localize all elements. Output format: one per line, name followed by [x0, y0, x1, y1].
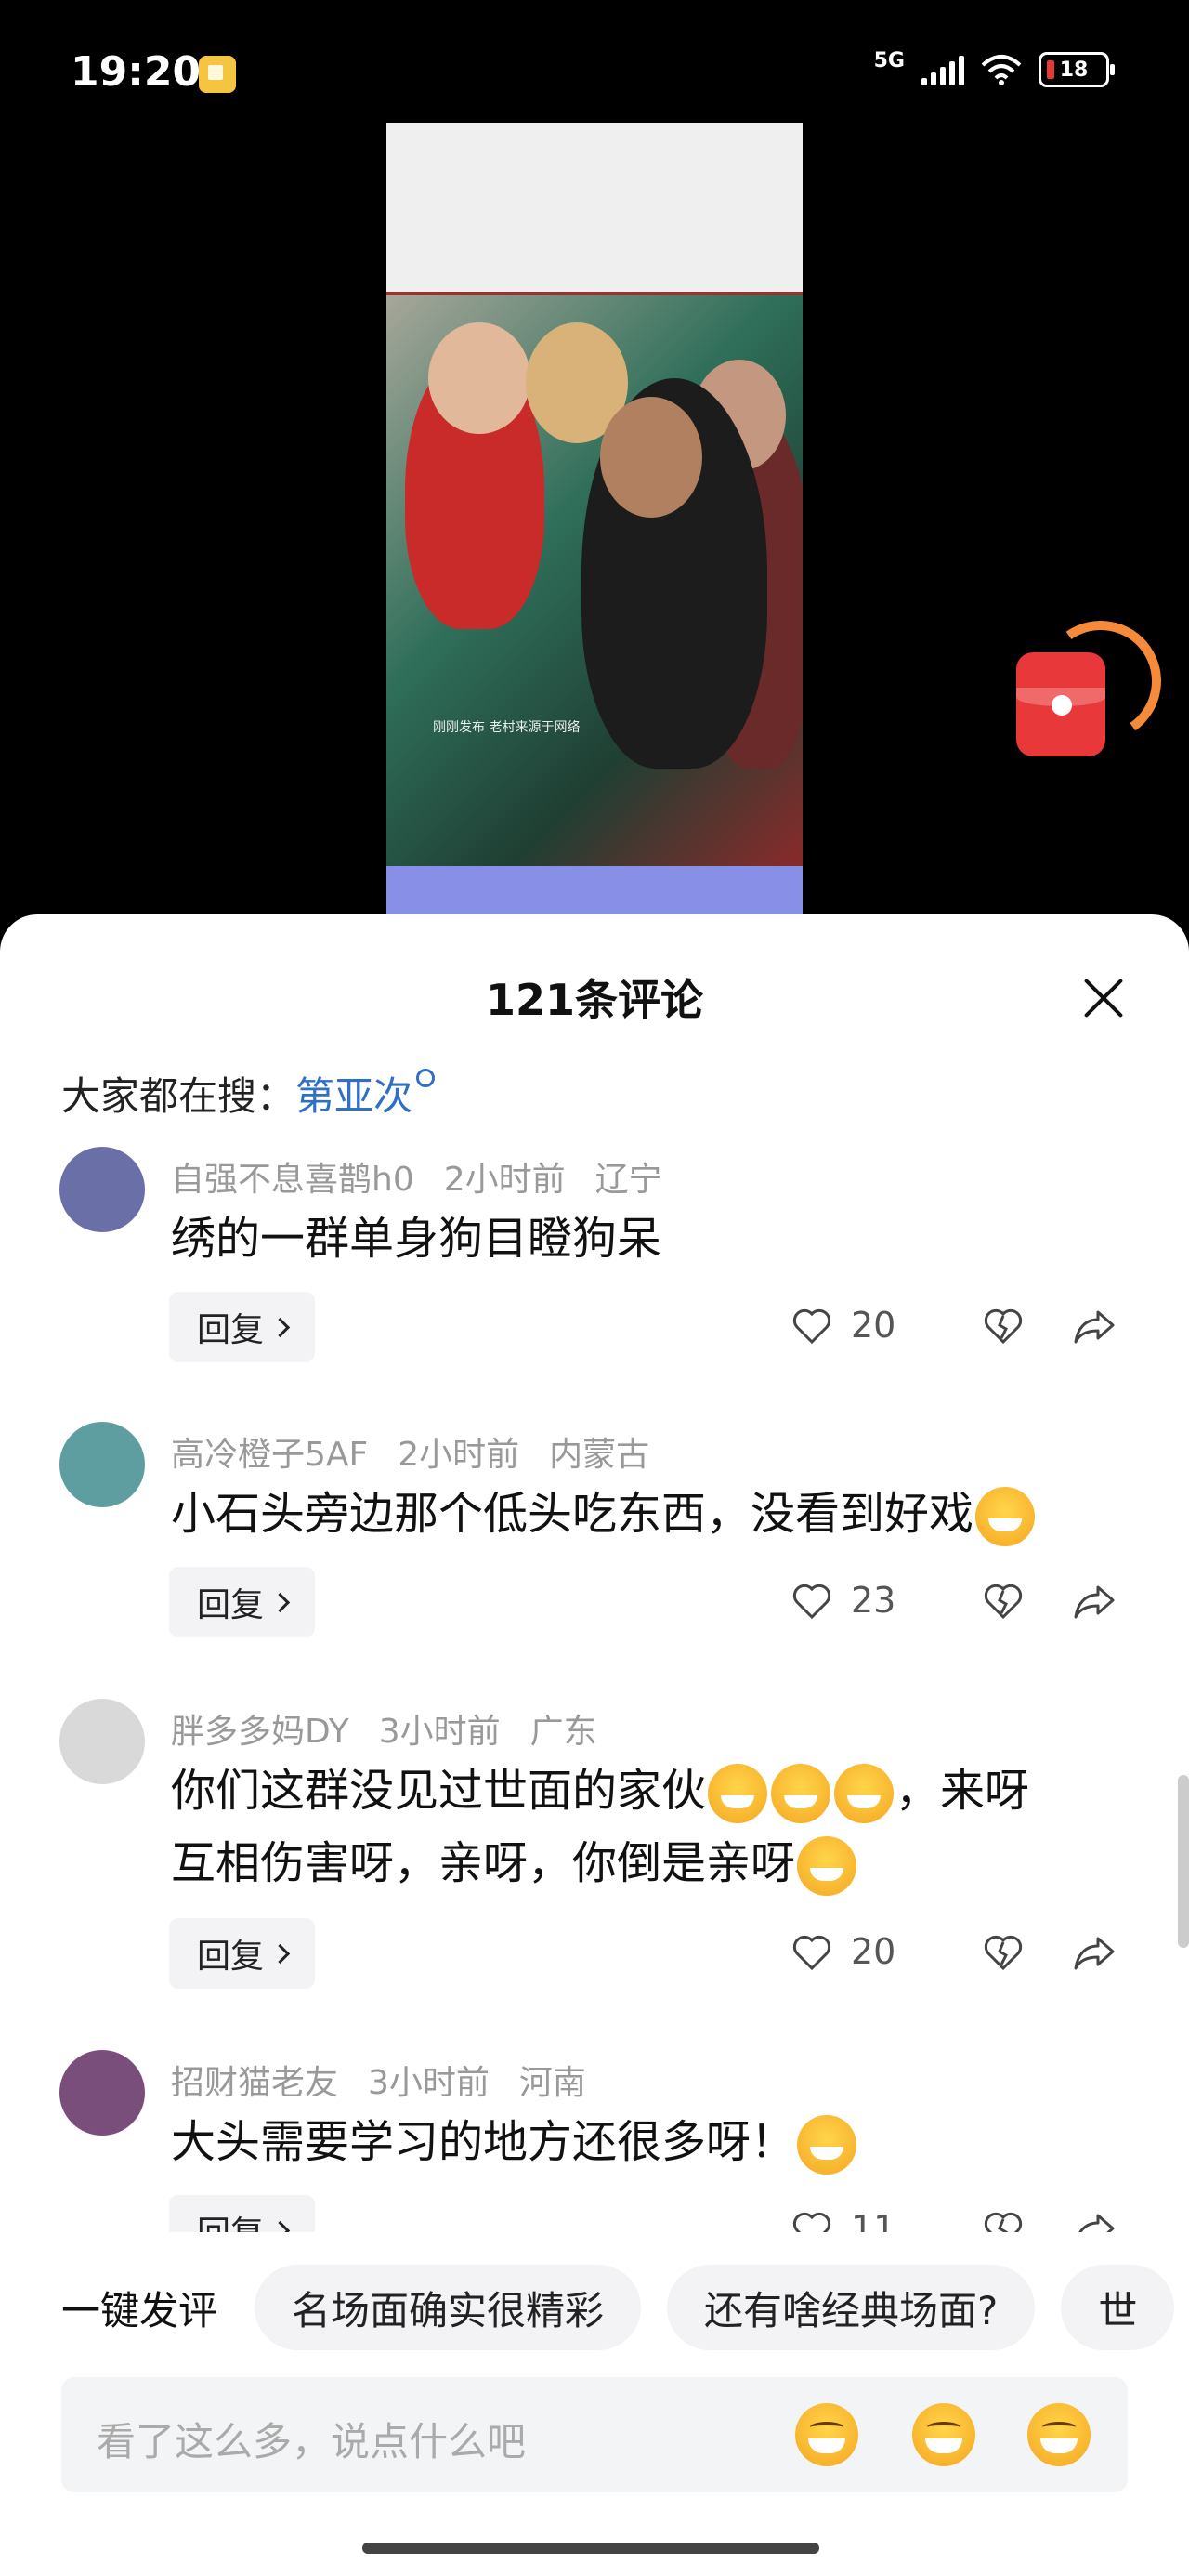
- grin-emoji-icon: [771, 1764, 831, 1823]
- reply-button[interactable]: 回复: [169, 2195, 316, 2232]
- reply-label: 回复: [197, 2206, 264, 2232]
- reply-label: 回复: [197, 1586, 265, 1624]
- quick-comment-chip[interactable]: 名场面确实很精彩: [255, 2265, 642, 2350]
- comment-text: 你们这群没见过世面的家伙 ，来呀 互相伤害呀，亲呀，你倒是亲呀: [171, 1755, 1128, 1899]
- video-person: [428, 322, 530, 434]
- heart-outline-icon[interactable]: [790, 1578, 834, 1623]
- heart-outline-icon[interactable]: [790, 1929, 834, 1974]
- comment-location: 内蒙古: [549, 1436, 650, 1474]
- comment-username[interactable]: 高冷橙子5AF: [171, 1436, 368, 1474]
- like-count: 23: [851, 1580, 896, 1621]
- comment-username[interactable]: 自强不息喜鹊h0: [171, 1161, 414, 1199]
- wifi-icon: [981, 55, 1022, 85]
- like-count: 11: [851, 2208, 896, 2232]
- status-bar: 19:20 5G 18: [0, 0, 1189, 139]
- quick-comment-label: 一键发评: [61, 2287, 218, 2333]
- video-top-band: [386, 123, 803, 292]
- status-time: 19:20: [71, 48, 202, 96]
- broken-heart-icon[interactable]: [981, 1578, 1026, 1623]
- comment-location: 广东: [529, 1713, 597, 1751]
- reply-button[interactable]: 回复: [169, 1918, 316, 1989]
- comment-time: 3小时前: [378, 1713, 501, 1751]
- scrollbar[interactable]: [1178, 1775, 1189, 1948]
- comment-time: 2小时前: [398, 1436, 520, 1474]
- trending-search-prefix: 大家都在搜：: [61, 1073, 296, 1119]
- video-frame: 刚刚发布 老村来源于网络: [386, 292, 803, 872]
- trending-search[interactable]: 大家都在搜：第亚次: [61, 1065, 436, 1122]
- avatar[interactable]: [59, 1699, 145, 1784]
- search-icon: [416, 1069, 436, 1087]
- quick-comment-chip[interactable]: 还有啥经典场面?: [667, 2265, 1036, 2350]
- signal-icon: [921, 54, 964, 85]
- comment-time: 2小时前: [443, 1161, 566, 1199]
- reply-label: 回复: [197, 1311, 265, 1349]
- broken-heart-icon[interactable]: [981, 1303, 1026, 1347]
- notification-icon: [199, 56, 236, 93]
- battery-level: 18: [1059, 58, 1089, 82]
- avatar[interactable]: [59, 1422, 145, 1507]
- comment-text-line: 你们这群没见过世面的家伙: [171, 1765, 707, 1817]
- comment-text-body: 小石头旁边那个低头吃东西，没看到好戏: [171, 1488, 974, 1540]
- red-packet-icon[interactable]: [1016, 652, 1105, 756]
- comment-text: 绣的一群单身狗目瞪狗呆: [171, 1213, 662, 1265]
- share-arrow-icon[interactable]: [1072, 1303, 1117, 1347]
- comment-actions: 23: [790, 1578, 1117, 1623]
- share-arrow-icon[interactable]: [1072, 1929, 1117, 1974]
- like-count: 20: [851, 1931, 896, 1972]
- home-indicator[interactable]: [362, 2543, 819, 2554]
- reply-button[interactable]: 回复: [169, 1567, 316, 1637]
- comment-input[interactable]: 看了这么多，说点什么吧: [61, 2377, 1128, 2492]
- video-player[interactable]: 刚刚发布 老村来源于网络: [386, 123, 803, 1039]
- comment-text-body: 大头需要学习的地方还很多呀！: [171, 2116, 796, 2168]
- grin-emoji-icon: [708, 1764, 768, 1823]
- comment-actions: 11: [790, 2206, 1117, 2232]
- comment-meta: 自强不息喜鹊h0 2小时前 辽宁: [171, 1152, 692, 1201]
- avatar[interactable]: [59, 2050, 145, 2136]
- comment-username[interactable]: 胖多多妈DY: [171, 1713, 349, 1751]
- laugh-cry-emoji-icon[interactable]: [912, 2403, 975, 2466]
- smile-emoji-icon[interactable]: [1027, 2403, 1091, 2466]
- comment-input-placeholder: 看了这么多，说点什么吧: [97, 2419, 527, 2464]
- trending-search-term[interactable]: 第亚次: [295, 1073, 412, 1119]
- status-indicators: 5G 18: [873, 48, 1115, 87]
- broken-heart-icon[interactable]: [981, 2206, 1026, 2232]
- quick-comment-bar: 一键发评 名场面确实很精彩 还有啥经典场面? 世: [0, 2262, 1189, 2353]
- comment-actions: 20: [790, 1303, 1117, 1347]
- comment-text: 大头需要学习的地方还很多呀！: [171, 2106, 1128, 2178]
- comment-text-line: 互相伤害呀，亲呀，你倒是亲呀: [171, 1837, 796, 1889]
- battery-icon: 18: [1039, 52, 1115, 87]
- reply-label: 回复: [197, 1938, 265, 1976]
- like-count: 20: [851, 1305, 896, 1346]
- broken-heart-icon[interactable]: [981, 1929, 1026, 1974]
- heart-outline-icon[interactable]: [790, 1303, 834, 1347]
- comment-meta: 招财猫老友 3小时前 河南: [171, 2056, 616, 2104]
- comment-location: 河南: [518, 2064, 586, 2102]
- comment-username[interactable]: 招财猫老友: [171, 2064, 338, 2102]
- network-type: 5G: [873, 48, 905, 72]
- comment-location: 辽宁: [594, 1161, 662, 1199]
- reply-button[interactable]: 回复: [169, 1292, 316, 1362]
- comment-text: 小石头旁边那个低头吃东西，没看到好戏: [171, 1478, 1128, 1550]
- laugh-cry-emoji-icon: [797, 2115, 857, 2175]
- comment-text-line: ，来呀: [895, 1765, 1030, 1817]
- comment-count-title: 121条评论: [485, 975, 704, 1025]
- grin-emoji-icon[interactable]: [795, 2403, 858, 2466]
- laugh-cry-emoji-icon: [797, 1836, 857, 1896]
- comment-time: 3小时前: [368, 2064, 490, 2102]
- comment-meta: 胖多多妈DY 3小时前 广东: [171, 1704, 627, 1753]
- close-icon[interactable]: [1081, 976, 1126, 1020]
- share-arrow-icon[interactable]: [1072, 2206, 1117, 2232]
- video-caption: 刚刚发布 老村来源于网络: [433, 720, 581, 735]
- video-person: [600, 397, 702, 518]
- share-arrow-icon[interactable]: [1072, 1578, 1117, 1623]
- comment-list[interactable]: 自强不息喜鹊h0 2小时前 辽宁 绣的一群单身狗目瞪狗呆 回复 20 高冷橙子5AF…: [0, 1147, 1189, 2232]
- comment-meta: 高冷橙子5AF 2小时前 内蒙古: [171, 1427, 679, 1476]
- heart-outline-icon[interactable]: [790, 2206, 834, 2232]
- grin-emoji-icon: [834, 1764, 895, 1823]
- avatar[interactable]: [59, 1147, 145, 1232]
- comment-actions: 20: [790, 1929, 1117, 1974]
- quick-comment-chip[interactable]: 世: [1061, 2265, 1175, 2350]
- laugh-cry-emoji-icon: [975, 1487, 1036, 1546]
